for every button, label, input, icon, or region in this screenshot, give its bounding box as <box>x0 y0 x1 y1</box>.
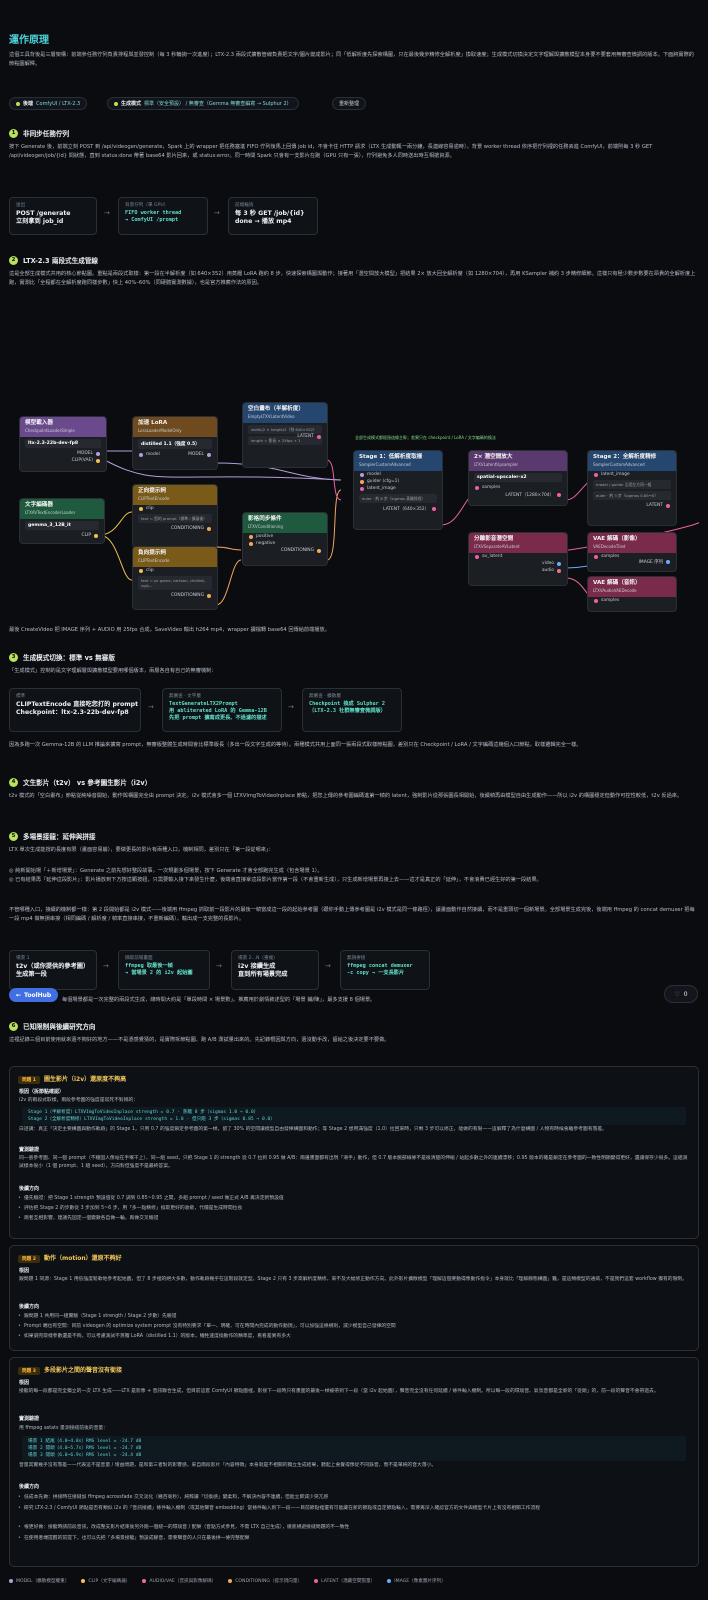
flow-step: 無損拼接 ffmpeg concat demuxer -c copy → 一支長… <box>340 950 430 990</box>
flow-step: 場景 1 t2v（或你提供的參考圖） 生成第一段 <box>9 950 97 990</box>
flow-step: 無審查 · 擴散層 Checkpoint 換成 Sulphur 2 （LTX-2… <box>302 688 402 732</box>
flow-step: 場景 2...N（重複） i2v 接續生成 直到所有場景完成 <box>231 950 319 990</box>
flow-step: 背景佇列（單 GPU） FIFO worker thread → ComfyUI… <box>118 197 208 235</box>
section-5-mechanism: 不管哪種入口，接續的機制都一樣：第 2 段開始都是 i2v 模式——後端用 ff… <box>9 907 695 922</box>
legend-item: MODEL（擴散模型權重） <box>9 1578 69 1584</box>
arrow-right-icon: → <box>103 962 109 970</box>
section-5-text: LTX 單次生成能撐的長度有限（畫面容易崩），要做更長的影片有兩種入口，機制相同… <box>9 847 274 853</box>
flow-step: 無審查 · 文字層 TextGenerateLTX2Prompt 用 ablit… <box>162 688 282 732</box>
section-4-text: t2v 模式的「空白畫布」節點從純噪音開始，動作與構圖完全由 prompt 決定… <box>9 793 683 799</box>
code-block: Stage 1（半解析度）LTXVImgToVideoInplace stren… <box>22 1107 686 1125</box>
section-4-heading: 4 文生影片（t2v） vs 參考圖生影片（i2v） <box>9 777 151 787</box>
arrow-right-icon: → <box>216 962 222 970</box>
node-text-encoder-loader[interactable]: 文字編碼器 LTXAVTextEncoderLoader gemma_3_12B_… <box>19 498 105 544</box>
toolhub-button[interactable]: ← ToolHub <box>9 988 59 1002</box>
node-empty-latent[interactable]: 空白畫布（半解析度） EmptyLTXVLatentVideo width/2 ×… <box>242 402 328 468</box>
status-dot-icon <box>114 101 118 106</box>
page-title: 運作原理 <box>9 35 49 46</box>
node-latent-upscaler[interactable]: 2× 潛空間放大 LTXVLatentUpsampler spatial-upsc… <box>468 450 568 506</box>
mode-chip[interactable]: 生成模式 標準（安全預設） / 無審查（Gemma 無審查編寫 → Sulphu… <box>107 97 299 110</box>
type-legend: MODEL（擴散模型權重） CLIP（文字編碼器） AUDIO/VAE（音訊與影… <box>9 1578 446 1584</box>
node-checkpoint-loader[interactable]: 模型載入器 CheckpointLoaderSimple ltx-2.3-22b-… <box>19 416 107 472</box>
intro-text: 這個工具背後是三層架構：前端參任務佇列負責排程與並發控制（每 3 秒輪詢一次進度… <box>9 52 694 67</box>
problem-title: 問題 1 圖生影片（i2v）還原度不夠高 <box>18 1074 126 1084</box>
section-6-heading: 6 已知限制與後續研究方向 <box>9 1021 96 1031</box>
list-item: 低成本先做：拼接時在接縫加 ffmpeg acrossfade 交叉淡化（幾百毫… <box>18 1494 689 1502</box>
list-item: 在使用者端提醒的前提下，也可以先把「多場景接龍」預設成靜音，需要聲音的人只在最後… <box>18 1535 689 1543</box>
node-negative-prompt[interactable]: 負向提示詞 CLIPTextEncode clip text = pc game,… <box>132 546 218 610</box>
arrow-left-icon: ← <box>16 991 22 999</box>
code-block: 場景 1 結尾（4.0~4.8s）RMS level = -24.7 dB 場景… <box>22 1436 686 1461</box>
problem-card: 問題 2 動作（motion）還原不夠好 根因 跟問題 1 同源：Stage 1 … <box>9 1245 699 1351</box>
list-item: 跟問題 1 共用同一組實驗（Stage 1 strength / Stage 2… <box>18 1313 689 1321</box>
arrow-right-icon: → <box>148 703 154 711</box>
arrow-right-icon: → <box>325 962 331 970</box>
section-3-footer: 因為多跑一次 Gemma-12B 的 LLM 推論來擴寫 prompt，無審版整… <box>9 742 582 748</box>
node-separate-av[interactable]: 分離影音潛空間 LTXVSeparateAVLatent av_latent vi… <box>468 532 568 586</box>
graph-note: 全部生成模式都經過這條主幹；差異只在 checkpoint / LoRA / 文… <box>355 435 496 440</box>
section-5-heading: 5 多場景接龍：延伸與拼接 <box>9 831 96 841</box>
flow-step: 標準 CLIPTextEncode 直接吃您打的 prompt Checkpoi… <box>9 688 141 732</box>
problem-card: 問題 1 圖生影片（i2v）還原度不夠高 根因（拆節點確認） i2v 的兩段式取樣… <box>9 1066 699 1239</box>
section-2-footer: 最後 CreateVideo 把 IMAGE 序列 + AUDIO 用 25fp… <box>9 627 330 633</box>
list-item: 研究 LTX-2.3 / ComfyUI 節點是否有類似 i2v 的「音訊接續」… <box>18 1505 689 1513</box>
arrow-right-icon: → <box>104 209 110 217</box>
section-1-text: 按下 Generate 後，前端立刻 POST 到 /api/videogen/… <box>9 144 653 159</box>
problem-card: 問題 3 多段影片之間的聲音沒有銜接 根因 接龍的每一段都是完全獨立的一次 LTX… <box>9 1357 699 1567</box>
backend-chip: 後端 ComfyUI / LTX-2.3 <box>9 97 88 110</box>
list-item: 如果調完取樣參數還是不夠，可以考慮測試不蒸餾 LoRA（distilled 1.… <box>18 1333 689 1341</box>
legend-item: AUDIO/VAE（音訊與影像解碼） <box>142 1578 216 1584</box>
list-item: Prompt 端也有空間：目前 videogen 的 optimize syst… <box>18 1323 689 1331</box>
list-item: 評估把 Stage 2 的步數從 3 步加到 5~6 步，用「多一點精修」換取更… <box>18 1205 689 1213</box>
section-5-entries: ◎ 純新開始場「＋新增場景」：Generate 之前先想好整段故事，一次規劃多個… <box>9 868 542 883</box>
section-1-heading: 1 非同步任務佇列 <box>9 128 69 138</box>
node-graph-canvas[interactable]: 全部生成模式都經過這條主幹；差異只在 checkpoint / LoRA / 文… <box>9 310 699 616</box>
flow-step: 送出 POST /generate 立刻拿到 job_id <box>9 197 97 235</box>
node-positive-prompt[interactable]: 正向提示詞 CLIPTextEncode clip text = 您的 promp… <box>132 484 218 548</box>
node-conditioning[interactable]: 影格同步條件 LTXVConditioning positive negative… <box>242 512 328 566</box>
node-stage1-sampler[interactable]: Stage 1：低解析度取樣 SamplerCustomAdvanced mode… <box>353 450 443 530</box>
like-button[interactable]: ♡ 0 <box>664 985 698 1003</box>
section-2-text: 這是全部生成模式共用的核心節點圖。重點是兩段式取樣：第一段在半解析度（如 640… <box>9 271 696 286</box>
legend-item: LATENT（潛藏空間張量） <box>314 1578 375 1584</box>
legend-item: IMAGE（像素圖片序列） <box>387 1578 446 1584</box>
legend-item: CLIP（文字編碼器） <box>81 1578 130 1584</box>
heart-icon: ♡ <box>674 990 680 998</box>
node-lora-loader[interactable]: 加速 LoRA LoraLoaderModelOnly distilled 1.1… <box>132 416 218 470</box>
arrow-right-icon: → <box>288 703 294 711</box>
flow-step: 前端輪詢 每 3 秒 GET /job/{id} done → 播放 mp4 <box>228 197 318 235</box>
legend-item: CONDITIONING（提示詞向量） <box>228 1578 302 1584</box>
section-3-text: 「生成模式」控制的是文字理解層與擴散模型要用哪個版本，兩層各自有自己的無審機制： <box>9 668 217 674</box>
list-item: 兩者互相影響，建議先固定一個變數各自做一輪，再做交叉驗證 <box>18 1215 689 1223</box>
node-stage2-sampler[interactable]: Stage 2：全解析度精修 SamplerCustomAdvanced late… <box>587 450 677 526</box>
flow-step: 擷取前場畫面 ffmpeg 取最後一幀 → 當場景 2 的 i2v 起始圖 <box>118 950 210 990</box>
status-dot-icon <box>16 101 20 106</box>
section-6-text: 這裡記錄三個目前使用就來還不夠好的地方——不是憑感覺猜的，是實際拆節點圖、跑 A… <box>9 1037 390 1043</box>
node-vae-decode-audio[interactable]: VAE 解碼（音訊） LTXVAudioVAEDecode samples <box>587 576 677 612</box>
node-vae-decode-video[interactable]: VAE 解碼（影像） VAEDecodeTiled samples IMAGE 序… <box>587 532 677 572</box>
refresh-button[interactable]: 重新整理 <box>332 97 367 110</box>
section-3-heading: 3 生成模式切換：標準 vs 無審版 <box>9 652 115 662</box>
section-5-footer: 每個場景都是一次完整的兩段式生成，總時間大約是「單段時間 × 場景數」。推薦用於… <box>62 997 376 1003</box>
section-2-heading: 2 LTX-2.3 兩段式生成管線 <box>9 255 98 265</box>
list-item: 優先驗證：把 Stage 1 strength 預設值從 0.7 調到 0.85… <box>18 1195 689 1203</box>
list-item: 根更好做：接龍時請前段音訊，改成整支影片結束後另外跑一個統一的環境音 / 配樂（… <box>18 1524 689 1532</box>
arrow-right-icon: → <box>214 209 220 217</box>
